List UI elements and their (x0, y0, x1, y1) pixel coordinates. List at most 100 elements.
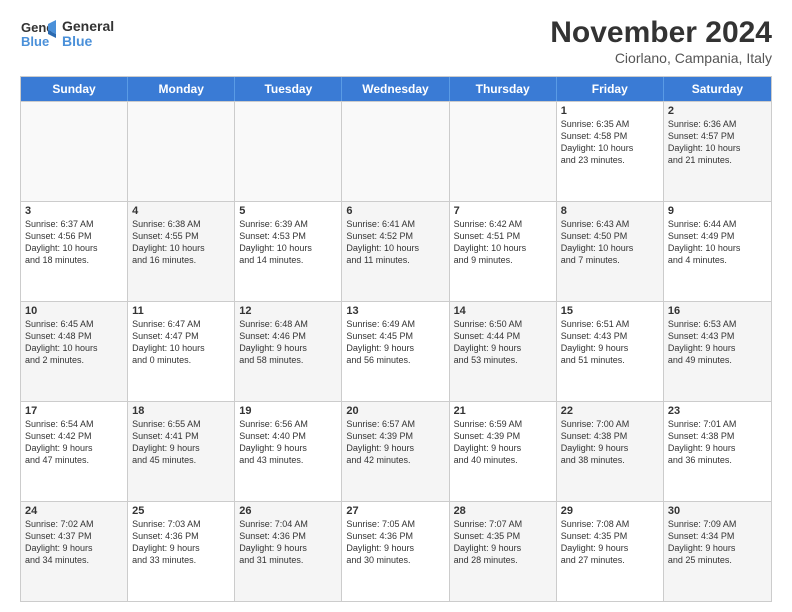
cal-header-saturday: Saturday (664, 77, 771, 101)
day-info: Sunrise: 6:56 AM Sunset: 4:40 PM Dayligh… (239, 418, 337, 467)
day-number: 27 (346, 505, 444, 517)
header: General Blue General Blue November 2024 … (20, 16, 772, 66)
day-info: Sunrise: 6:37 AM Sunset: 4:56 PM Dayligh… (25, 218, 123, 267)
page: General Blue General Blue November 2024 … (0, 0, 792, 612)
cal-cell: 13Sunrise: 6:49 AM Sunset: 4:45 PM Dayli… (342, 302, 449, 401)
cal-cell (235, 102, 342, 201)
cal-header-wednesday: Wednesday (342, 77, 449, 101)
cal-cell: 16Sunrise: 6:53 AM Sunset: 4:43 PM Dayli… (664, 302, 771, 401)
cal-cell: 12Sunrise: 6:48 AM Sunset: 4:46 PM Dayli… (235, 302, 342, 401)
day-info: Sunrise: 7:07 AM Sunset: 4:35 PM Dayligh… (454, 518, 552, 567)
day-number: 23 (668, 405, 767, 417)
day-info: Sunrise: 6:43 AM Sunset: 4:50 PM Dayligh… (561, 218, 659, 267)
day-info: Sunrise: 6:39 AM Sunset: 4:53 PM Dayligh… (239, 218, 337, 267)
day-number: 17 (25, 405, 123, 417)
cal-header-tuesday: Tuesday (235, 77, 342, 101)
day-number: 4 (132, 205, 230, 217)
cal-week-row: 17Sunrise: 6:54 AM Sunset: 4:42 PM Dayli… (21, 401, 771, 501)
logo-text-general: General (62, 19, 114, 34)
day-number: 16 (668, 305, 767, 317)
cal-header-monday: Monday (128, 77, 235, 101)
cal-cell: 3Sunrise: 6:37 AM Sunset: 4:56 PM Daylig… (21, 202, 128, 301)
cal-cell (342, 102, 449, 201)
day-info: Sunrise: 7:04 AM Sunset: 4:36 PM Dayligh… (239, 518, 337, 567)
day-info: Sunrise: 6:48 AM Sunset: 4:46 PM Dayligh… (239, 318, 337, 367)
day-number: 30 (668, 505, 767, 517)
day-number: 2 (668, 105, 767, 117)
cal-cell: 19Sunrise: 6:56 AM Sunset: 4:40 PM Dayli… (235, 402, 342, 501)
logo-text-blue: Blue (62, 34, 114, 49)
day-info: Sunrise: 6:57 AM Sunset: 4:39 PM Dayligh… (346, 418, 444, 467)
cal-header-sunday: Sunday (21, 77, 128, 101)
cal-cell: 15Sunrise: 6:51 AM Sunset: 4:43 PM Dayli… (557, 302, 664, 401)
day-info: Sunrise: 6:44 AM Sunset: 4:49 PM Dayligh… (668, 218, 767, 267)
svg-text:Blue: Blue (21, 34, 49, 49)
cal-cell (128, 102, 235, 201)
cal-cell: 11Sunrise: 6:47 AM Sunset: 4:47 PM Dayli… (128, 302, 235, 401)
day-number: 26 (239, 505, 337, 517)
cal-cell (21, 102, 128, 201)
day-info: Sunrise: 7:00 AM Sunset: 4:38 PM Dayligh… (561, 418, 659, 467)
logo: General Blue General Blue (20, 16, 114, 52)
day-info: Sunrise: 6:42 AM Sunset: 4:51 PM Dayligh… (454, 218, 552, 267)
day-info: Sunrise: 6:50 AM Sunset: 4:44 PM Dayligh… (454, 318, 552, 367)
calendar-header-row: SundayMondayTuesdayWednesdayThursdayFrid… (21, 77, 771, 101)
cal-cell (450, 102, 557, 201)
cal-cell: 23Sunrise: 7:01 AM Sunset: 4:38 PM Dayli… (664, 402, 771, 501)
day-info: Sunrise: 6:49 AM Sunset: 4:45 PM Dayligh… (346, 318, 444, 367)
day-number: 1 (561, 105, 659, 117)
day-info: Sunrise: 6:55 AM Sunset: 4:41 PM Dayligh… (132, 418, 230, 467)
cal-cell: 2Sunrise: 6:36 AM Sunset: 4:57 PM Daylig… (664, 102, 771, 201)
cal-cell: 21Sunrise: 6:59 AM Sunset: 4:39 PM Dayli… (450, 402, 557, 501)
cal-cell: 8Sunrise: 6:43 AM Sunset: 4:50 PM Daylig… (557, 202, 664, 301)
day-number: 29 (561, 505, 659, 517)
day-number: 7 (454, 205, 552, 217)
cal-cell: 27Sunrise: 7:05 AM Sunset: 4:36 PM Dayli… (342, 502, 449, 601)
day-number: 18 (132, 405, 230, 417)
day-number: 21 (454, 405, 552, 417)
cal-cell: 5Sunrise: 6:39 AM Sunset: 4:53 PM Daylig… (235, 202, 342, 301)
cal-cell: 1Sunrise: 6:35 AM Sunset: 4:58 PM Daylig… (557, 102, 664, 201)
cal-week-row: 1Sunrise: 6:35 AM Sunset: 4:58 PM Daylig… (21, 101, 771, 201)
day-number: 3 (25, 205, 123, 217)
day-info: Sunrise: 7:01 AM Sunset: 4:38 PM Dayligh… (668, 418, 767, 467)
day-number: 11 (132, 305, 230, 317)
day-number: 14 (454, 305, 552, 317)
day-info: Sunrise: 6:36 AM Sunset: 4:57 PM Dayligh… (668, 118, 767, 167)
cal-cell: 22Sunrise: 7:00 AM Sunset: 4:38 PM Dayli… (557, 402, 664, 501)
cal-header-friday: Friday (557, 77, 664, 101)
day-number: 10 (25, 305, 123, 317)
cal-header-thursday: Thursday (450, 77, 557, 101)
day-number: 5 (239, 205, 337, 217)
day-info: Sunrise: 6:53 AM Sunset: 4:43 PM Dayligh… (668, 318, 767, 367)
cal-cell: 17Sunrise: 6:54 AM Sunset: 4:42 PM Dayli… (21, 402, 128, 501)
day-info: Sunrise: 6:51 AM Sunset: 4:43 PM Dayligh… (561, 318, 659, 367)
calendar: SundayMondayTuesdayWednesdayThursdayFrid… (20, 76, 772, 602)
day-number: 19 (239, 405, 337, 417)
cal-cell: 14Sunrise: 6:50 AM Sunset: 4:44 PM Dayli… (450, 302, 557, 401)
day-number: 25 (132, 505, 230, 517)
day-info: Sunrise: 6:35 AM Sunset: 4:58 PM Dayligh… (561, 118, 659, 167)
day-number: 6 (346, 205, 444, 217)
day-number: 20 (346, 405, 444, 417)
title-area: November 2024 Ciorlano, Campania, Italy (550, 16, 772, 66)
cal-cell: 7Sunrise: 6:42 AM Sunset: 4:51 PM Daylig… (450, 202, 557, 301)
day-number: 8 (561, 205, 659, 217)
cal-cell: 6Sunrise: 6:41 AM Sunset: 4:52 PM Daylig… (342, 202, 449, 301)
day-info: Sunrise: 7:03 AM Sunset: 4:36 PM Dayligh… (132, 518, 230, 567)
day-info: Sunrise: 6:38 AM Sunset: 4:55 PM Dayligh… (132, 218, 230, 267)
day-info: Sunrise: 6:59 AM Sunset: 4:39 PM Dayligh… (454, 418, 552, 467)
cal-cell: 25Sunrise: 7:03 AM Sunset: 4:36 PM Dayli… (128, 502, 235, 601)
calendar-body: 1Sunrise: 6:35 AM Sunset: 4:58 PM Daylig… (21, 101, 771, 601)
cal-cell: 10Sunrise: 6:45 AM Sunset: 4:48 PM Dayli… (21, 302, 128, 401)
cal-week-row: 3Sunrise: 6:37 AM Sunset: 4:56 PM Daylig… (21, 201, 771, 301)
cal-cell: 24Sunrise: 7:02 AM Sunset: 4:37 PM Dayli… (21, 502, 128, 601)
day-info: Sunrise: 6:54 AM Sunset: 4:42 PM Dayligh… (25, 418, 123, 467)
day-number: 22 (561, 405, 659, 417)
day-number: 13 (346, 305, 444, 317)
calendar-title: November 2024 (550, 16, 772, 50)
day-info: Sunrise: 6:47 AM Sunset: 4:47 PM Dayligh… (132, 318, 230, 367)
calendar-subtitle: Ciorlano, Campania, Italy (550, 50, 772, 66)
cal-cell: 9Sunrise: 6:44 AM Sunset: 4:49 PM Daylig… (664, 202, 771, 301)
cal-week-row: 24Sunrise: 7:02 AM Sunset: 4:37 PM Dayli… (21, 501, 771, 601)
